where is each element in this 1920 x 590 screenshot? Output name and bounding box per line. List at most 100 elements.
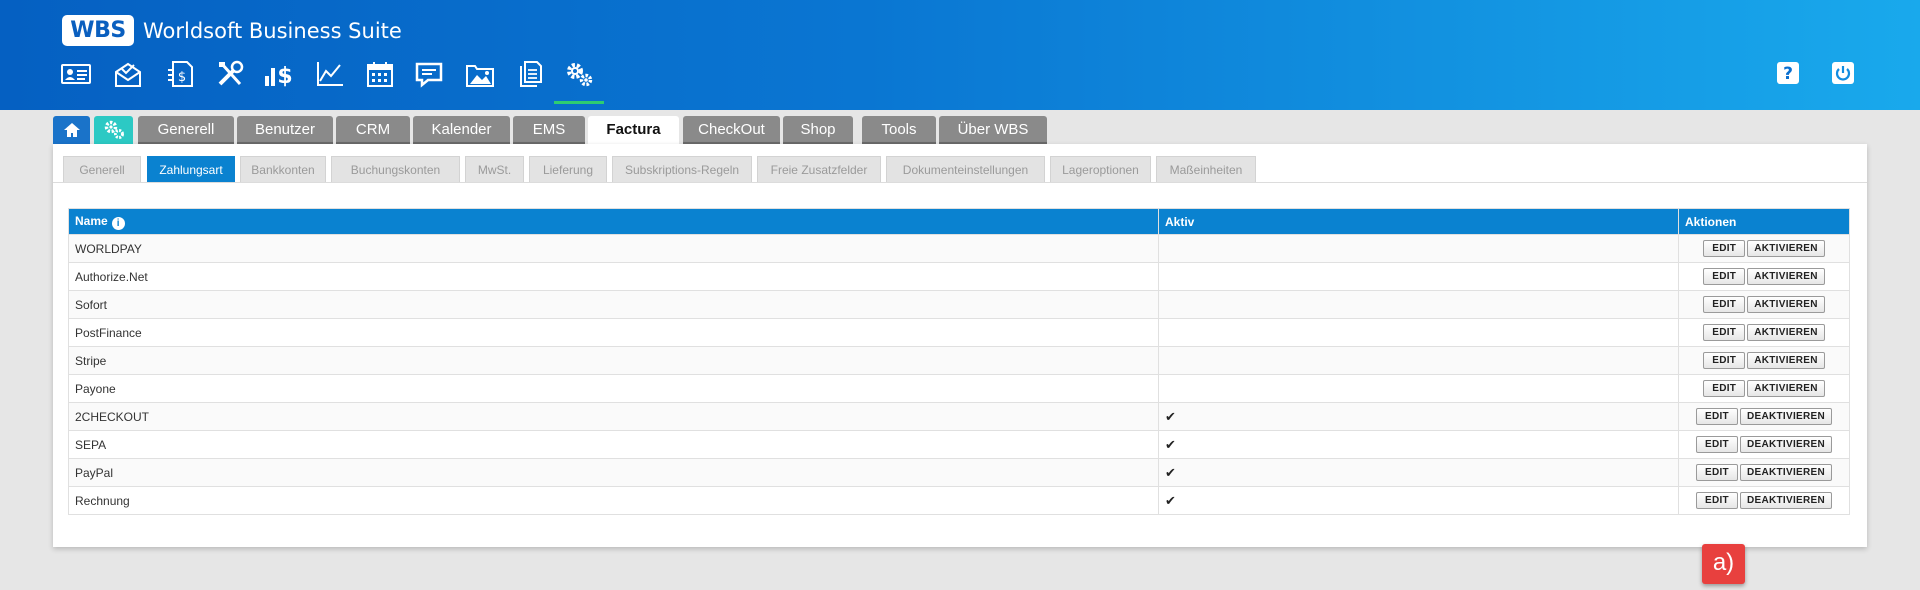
active-status (1158, 346, 1679, 375)
tab-kalender[interactable]: Kalender (413, 116, 510, 144)
mail-icon[interactable] (113, 60, 143, 88)
subtab-dokumenteinstellungen[interactable]: Dokumenteinstellungen (886, 156, 1045, 182)
toggle-active-button[interactable]: DEAKTIVIEREN (1739, 436, 1833, 453)
payment-method-name: 2CHECKOUT (68, 402, 1159, 431)
toggle-active-button[interactable]: AKTIVIEREN (1747, 240, 1825, 257)
check-icon: ✔ (1165, 492, 1176, 508)
payment-method-name: Payone (68, 374, 1159, 403)
row-actions: EDIT DEAKTIVIEREN (1678, 458, 1850, 487)
toggle-active-button[interactable]: DEAKTIVIEREN (1739, 464, 1833, 481)
subtab-lieferung[interactable]: Lieferung (529, 156, 607, 182)
calendar-icon[interactable] (365, 60, 395, 88)
toggle-active-button[interactable]: DEAKTIVIEREN (1739, 492, 1833, 509)
active-status: ✔ (1158, 486, 1679, 515)
subtab-divider (53, 182, 1867, 183)
payment-method-name: Authorize.Net (68, 262, 1159, 291)
tab-checkout[interactable]: CheckOut (683, 116, 780, 144)
documents-icon[interactable] (515, 60, 545, 88)
wbs-logo[interactable]: WBS (62, 15, 134, 46)
home-icon (63, 123, 80, 137)
column-header-name-label: Name (75, 213, 108, 228)
chat-icon[interactable] (414, 60, 444, 88)
table-row: PostFinance EDIT AKTIVIEREN (68, 318, 1850, 347)
toggle-active-button[interactable]: AKTIVIEREN (1747, 352, 1825, 369)
subtab-lageroptionen[interactable]: Lageroptionen (1050, 156, 1151, 182)
edit-button[interactable]: EDIT (1703, 352, 1746, 369)
edit-button[interactable]: EDIT (1703, 296, 1746, 313)
edit-button[interactable]: EDIT (1695, 436, 1738, 453)
edit-button[interactable]: EDIT (1695, 408, 1738, 425)
edit-button[interactable]: EDIT (1703, 240, 1746, 257)
tab-crm[interactable]: CRM (336, 116, 410, 144)
table-row: Rechnung ✔ EDIT DEAKTIVIEREN (68, 486, 1850, 515)
svg-text:$: $ (277, 64, 292, 88)
subtab-masseinheiten[interactable]: Maßeinheiten (1156, 156, 1256, 182)
tab-ueber-wbs[interactable]: Über WBS (939, 116, 1047, 144)
subtab-zahlungsart[interactable]: Zahlungsart (147, 156, 235, 182)
row-actions: EDIT AKTIVIEREN (1678, 290, 1850, 319)
edit-button[interactable]: EDIT (1703, 324, 1746, 341)
settings-gears-icon (104, 120, 124, 139)
column-header-name[interactable]: Name i (68, 208, 1159, 235)
power-icon[interactable] (1831, 61, 1855, 85)
column-header-aktionen: Aktionen (1678, 208, 1850, 235)
toggle-active-button[interactable]: AKTIVIEREN (1747, 268, 1825, 285)
tab-settings[interactable] (94, 116, 133, 144)
edit-button[interactable]: EDIT (1703, 268, 1746, 285)
active-status (1158, 262, 1679, 291)
edit-button[interactable]: EDIT (1703, 380, 1746, 397)
subtab-freie-zusatzfelder[interactable]: Freie Zusatzfelder (757, 156, 881, 182)
table-row: SEPA ✔ EDIT DEAKTIVIEREN (68, 430, 1850, 459)
tab-shop[interactable]: Shop (783, 116, 853, 144)
check-icon: ✔ (1165, 464, 1176, 480)
payment-method-name: PostFinance (68, 318, 1159, 347)
active-status: ✔ (1158, 458, 1679, 487)
check-icon: ✔ (1165, 436, 1176, 452)
toggle-active-button[interactable]: AKTIVIEREN (1747, 324, 1825, 341)
payment-method-name: WORLDPAY (68, 234, 1159, 263)
svg-text:$: $ (178, 70, 186, 85)
active-status: ✔ (1158, 430, 1679, 459)
row-actions: EDIT AKTIVIEREN (1678, 374, 1850, 403)
subtab-buchungskonten[interactable]: Buchungskonten (331, 156, 460, 182)
subtab-subskriptions-regeln[interactable]: Subskriptions-Regeln (612, 156, 752, 182)
tools-icon[interactable] (216, 60, 246, 88)
subtab-bankkonten[interactable]: Bankkonten (240, 156, 326, 182)
help-icon[interactable]: ? (1776, 61, 1800, 85)
tab-benutzer[interactable]: Benutzer (237, 116, 333, 144)
edit-button[interactable]: EDIT (1695, 492, 1738, 509)
column-header-aktiv[interactable]: Aktiv (1158, 208, 1679, 235)
info-icon[interactable]: i (111, 216, 125, 230)
subtab-generell[interactable]: Generell (63, 156, 141, 182)
row-actions: EDIT AKTIVIEREN (1678, 234, 1850, 263)
photos-icon[interactable] (465, 60, 495, 88)
active-status (1158, 374, 1679, 403)
tab-ems[interactable]: EMS (513, 116, 585, 144)
row-actions: EDIT AKTIVIEREN (1678, 346, 1850, 375)
subtab-mwst[interactable]: MwSt. (465, 156, 524, 182)
settings-gears-icon[interactable] (564, 60, 594, 88)
tab-generell[interactable]: Generell (138, 116, 234, 144)
active-status (1158, 290, 1679, 319)
nav-active-indicator (554, 101, 604, 104)
chart-icon[interactable] (315, 60, 345, 88)
table-row: 2CHECKOUT ✔ EDIT DEAKTIVIEREN (68, 402, 1850, 431)
toggle-active-button[interactable]: DEAKTIVIEREN (1739, 408, 1833, 425)
table-header-row: Name i Aktiv Aktionen (68, 208, 1850, 235)
toggle-active-button[interactable]: AKTIVIEREN (1747, 380, 1825, 397)
tab-tools[interactable]: Tools (862, 116, 936, 144)
toggle-active-button[interactable]: AKTIVIEREN (1747, 296, 1825, 313)
active-status: ✔ (1158, 402, 1679, 431)
invoice-icon[interactable]: $ (165, 60, 195, 88)
row-actions: EDIT DEAKTIVIEREN (1678, 430, 1850, 459)
content-panel: Generell Zahlungsart Bankkonten Buchungs… (53, 144, 1867, 584)
svg-text:?: ? (1783, 64, 1793, 84)
tab-home[interactable] (53, 116, 90, 144)
tab-factura[interactable]: Factura (588, 116, 679, 146)
row-actions: EDIT AKTIVIEREN (1678, 318, 1850, 347)
finance-icon[interactable]: $ (263, 60, 293, 89)
edit-button[interactable]: EDIT (1695, 464, 1738, 481)
annotation-badge: a) (1702, 544, 1745, 584)
contact-card-icon[interactable] (61, 60, 91, 88)
check-icon: ✔ (1165, 408, 1176, 424)
